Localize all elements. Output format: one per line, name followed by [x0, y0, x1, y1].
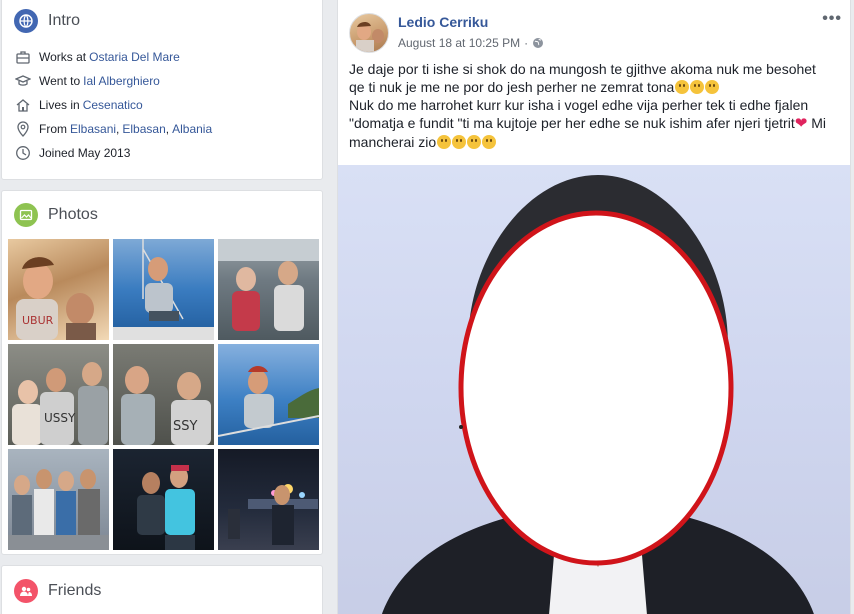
- post-line: Je daje por ti ishe si shok do na mungos…: [349, 61, 816, 77]
- post-line: qe ti nuk je me ne por do jesh perher ne…: [349, 78, 845, 96]
- from-region-link[interactable]: Elbasan: [122, 122, 165, 136]
- post-body: Je daje por ti ishe si shok do na mungos…: [349, 60, 845, 151]
- clock-icon: [16, 146, 30, 160]
- school-link[interactable]: Ial Alberghiero: [83, 74, 160, 88]
- sad-emoji-icon: [452, 135, 467, 149]
- from-country-link[interactable]: Albania: [172, 122, 212, 136]
- friends-title[interactable]: Friends: [48, 582, 101, 600]
- intro-header: Intro: [2, 0, 322, 37]
- photo-thumbnail[interactable]: [218, 239, 319, 340]
- photo-thumbnail[interactable]: [113, 239, 214, 340]
- photos-header: Photos: [2, 191, 322, 239]
- sad-emoji-icon: [705, 80, 720, 94]
- photos-card: Photos UBUR USSY SSY: [1, 190, 323, 555]
- post-line: Nuk do me harrohet kurr kur isha i vogel…: [349, 97, 809, 113]
- home-icon: [16, 99, 30, 112]
- lives-link[interactable]: Cesenatico: [83, 98, 143, 112]
- intro-works: Works at Ostaria Del Mare: [2, 45, 322, 69]
- intro-card: Intro Works at Ostaria Del Mare Went to …: [1, 0, 323, 180]
- intro-lives: Lives in Cesenatico: [2, 93, 322, 117]
- heart-icon: ❤: [794, 115, 808, 132]
- post-options-button[interactable]: •••: [822, 10, 842, 28]
- sad-emoji-icon: [482, 135, 497, 149]
- post-photo[interactable]: [338, 165, 850, 614]
- photo-thumbnail[interactable]: [113, 449, 214, 550]
- friends-header: Friends: [2, 566, 322, 614]
- post-timestamp[interactable]: August 18 at 10:25 PM: [398, 36, 520, 50]
- avatar[interactable]: [349, 13, 389, 53]
- sad-emoji-icon: [690, 80, 705, 94]
- works-link[interactable]: Ostaria Del Mare: [89, 50, 180, 64]
- post-meta: August 18 at 10:25 PM ·: [398, 36, 544, 50]
- sad-emoji-icon: [675, 80, 690, 94]
- globe-icon[interactable]: [532, 37, 544, 49]
- from-city-link[interactable]: Elbasani: [70, 122, 116, 136]
- photo-thumbnail[interactable]: UBUR: [8, 239, 109, 340]
- photo-thumbnail[interactable]: [218, 344, 319, 445]
- photos-title[interactable]: Photos: [48, 206, 98, 224]
- svg-text:USSY: USSY: [44, 411, 76, 425]
- crying-emoji-icon: [467, 135, 482, 149]
- post-line: "domatja e fundit "ti ma kujtoje per her…: [349, 115, 826, 150]
- svg-text:SSY: SSY: [173, 419, 198, 434]
- friends-icon: [14, 579, 38, 603]
- location-pin-icon: [17, 121, 29, 137]
- sad-emoji-icon: [437, 135, 452, 149]
- briefcase-icon: [16, 51, 30, 64]
- globe-icon: [14, 9, 38, 33]
- graduation-cap-icon: [15, 75, 31, 86]
- photo-thumbnail[interactable]: SSY: [113, 344, 214, 445]
- photo-thumbnail[interactable]: [218, 449, 319, 550]
- photo-icon: [14, 203, 38, 227]
- intro-education: Went to Ial Alberghiero: [2, 69, 322, 93]
- post-author[interactable]: Ledio Cerriku: [398, 14, 488, 30]
- svg-text:UBUR: UBUR: [22, 314, 54, 327]
- intro-title: Intro: [48, 12, 81, 29]
- post-card: Ledio Cerriku August 18 at 10:25 PM · ••…: [337, 0, 851, 614]
- intro-from: From Elbasani, Elbasan, Albania: [2, 117, 322, 141]
- meta-separator: ·: [524, 36, 529, 50]
- intro-joined: Joined May 2013: [2, 141, 322, 165]
- friends-card: Friends: [1, 565, 323, 614]
- photo-thumbnail[interactable]: USSY: [8, 344, 109, 445]
- photo-thumbnail[interactable]: [8, 449, 109, 550]
